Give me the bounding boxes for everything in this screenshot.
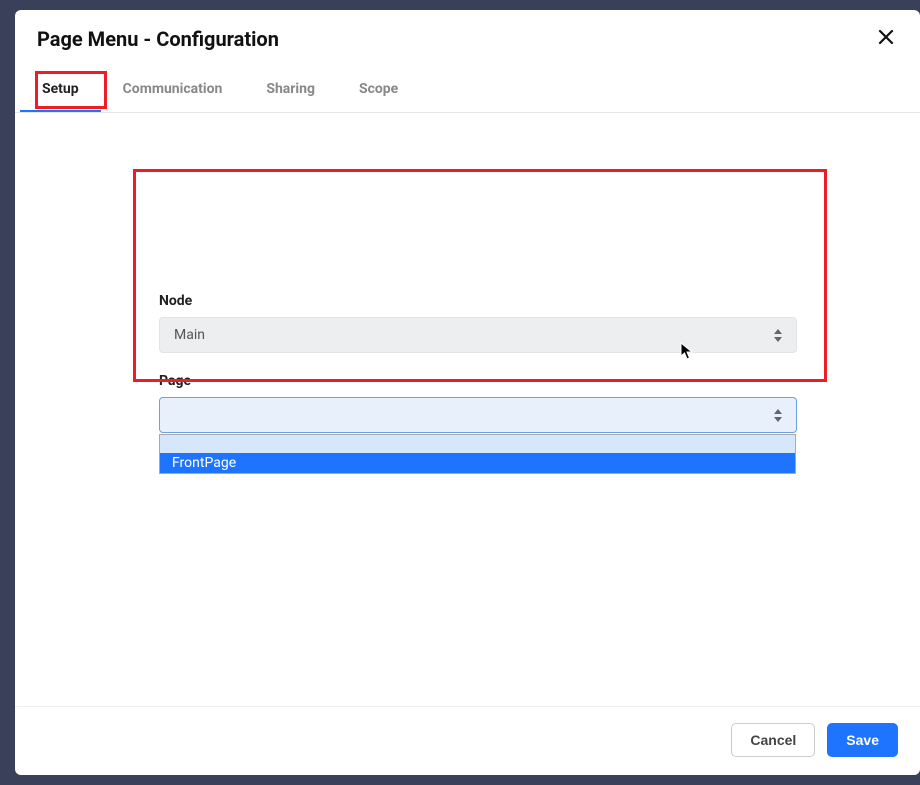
tab-communication[interactable]: Communication: [101, 68, 245, 112]
modal-body: Node Main Page Fron: [15, 113, 920, 706]
close-icon: [878, 28, 894, 50]
modal-title: Page Menu - Configuration: [37, 27, 279, 51]
node-label: Node: [159, 293, 797, 309]
page-dropdown: FrontPage: [159, 434, 796, 474]
form-area: Node Main Page Fron: [159, 293, 797, 453]
tab-setup[interactable]: Setup: [20, 68, 101, 112]
modal-header: Page Menu - Configuration: [15, 10, 920, 68]
configuration-modal: Page Menu - Configuration Setup Communic…: [15, 10, 920, 775]
tab-scope[interactable]: Scope: [337, 68, 420, 112]
page-label: Page: [159, 373, 797, 389]
page-select[interactable]: [159, 397, 797, 433]
node-select-value: Main: [174, 327, 205, 343]
tab-sharing[interactable]: Sharing: [244, 68, 337, 112]
page-group: Page FrontPage: [159, 373, 797, 433]
page-option-frontpage[interactable]: FrontPage: [160, 453, 795, 473]
node-select[interactable]: Main: [159, 317, 797, 353]
page-option-blank[interactable]: [160, 435, 795, 453]
save-button[interactable]: Save: [827, 723, 898, 757]
cancel-button[interactable]: Cancel: [731, 723, 815, 757]
page-select-wrap: FrontPage: [159, 397, 797, 433]
tab-bar: Setup Communication Sharing Scope: [15, 68, 920, 113]
modal-footer: Cancel Save: [15, 706, 920, 775]
node-select-wrap: Main: [159, 317, 797, 353]
node-group: Node Main: [159, 293, 797, 353]
close-button[interactable]: [874, 25, 898, 53]
